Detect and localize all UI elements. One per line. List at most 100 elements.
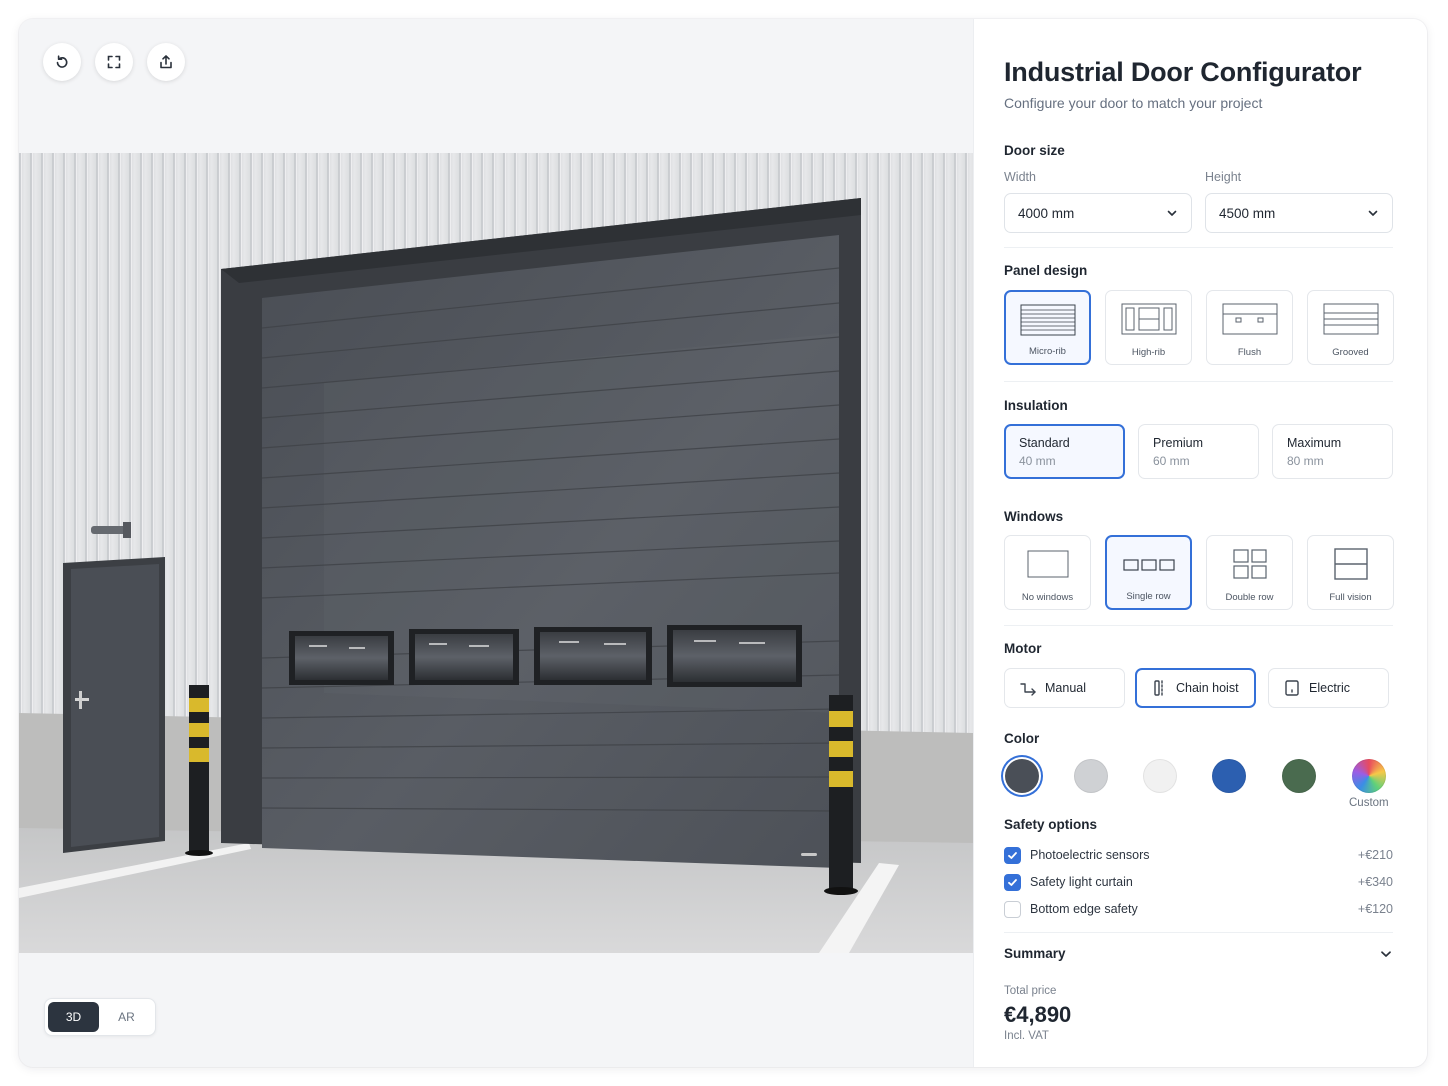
panel-option-high-rib[interactable]: High-rib [1105,290,1192,365]
panel-option-label: Grooved [1332,347,1369,358]
page-title: Industrial Door Configurator [1004,57,1362,87]
motor-option-label: Manual [1045,681,1086,695]
manual-crank-icon [1020,683,1036,696]
chevron-down-icon [1381,950,1391,957]
insulation-name: Standard [1019,436,1070,450]
color-swatch-light-grey[interactable] [1074,759,1108,793]
safety-option-price: +€120 [1357,902,1393,916]
no-windows-icon [1027,550,1068,578]
color-swatch-white[interactable] [1143,759,1177,793]
insulation-name: Premium [1153,436,1204,450]
color-swatch-green[interactable] [1282,759,1316,793]
motor-option-label: Chain hoist [1176,681,1239,695]
window-option-label: Full vision [1329,592,1372,603]
total-price: €4,890 [1004,1002,1072,1027]
window-option-none[interactable]: No windows [1004,535,1091,610]
fullscreen-button[interactable] [95,43,133,81]
chevron-down-icon [1167,210,1177,216]
safety-option-label: Bottom edge safety [1030,902,1138,916]
window-option-single-row[interactable]: Single row [1105,535,1192,610]
safety-option-label: Photoelectric sensors [1030,848,1150,862]
share-button[interactable] [147,43,185,81]
windows-label: Windows [1004,509,1064,524]
insulation-option-maximum[interactable]: Maximum 80 mm [1272,424,1393,479]
color-swatch-blue[interactable] [1212,759,1246,793]
window-option-label: Single row [1126,591,1171,602]
reset-view-button[interactable] [43,43,81,81]
divider [1004,381,1393,382]
insulation-option-standard[interactable]: Standard 40 mm [1004,424,1125,479]
double-row-windows-icon [1232,549,1267,579]
motor-option-chain-hoist[interactable]: Chain hoist [1135,668,1256,708]
single-row-windows-icon [1122,559,1175,571]
fullscreen-icon [107,55,121,69]
panel-design-label: Panel design [1004,263,1088,278]
color-swatch-custom[interactable] [1352,759,1386,793]
height-label: Height [1205,170,1242,184]
custom-color-label: Custom [1349,797,1389,809]
safety-options-label: Safety options [1004,817,1098,832]
reset-icon [56,55,68,68]
safety-option-label: Safety light curtain [1030,875,1133,889]
door-3d-scene[interactable] [19,153,973,953]
page-subtitle: Configure your door to match your projec… [1004,95,1263,111]
configurator-panel: Industrial Door Configurator Configure y… [973,19,1427,1067]
divider [1004,932,1393,933]
insulation-option-premium[interactable]: Premium 60 mm [1138,424,1259,479]
panel-option-micro-rib[interactable]: Micro-rib [1004,290,1091,365]
width-label: Width [1004,170,1036,184]
grooved-panel-icon [1323,303,1378,335]
insulation-thickness: 40 mm [1019,454,1056,468]
window-option-label: Double row [1225,592,1274,603]
divider [1004,247,1393,248]
safety-option-row[interactable]: Bottom edge safety +€120 [1004,899,1393,919]
mode-ar-button[interactable]: AR [101,1002,152,1032]
configurator-card: 3D AR Industrial Door Configurator Confi… [19,19,1427,1067]
micro-rib-panel-icon [1020,304,1075,336]
check-icon [1008,878,1017,886]
panel-option-flush[interactable]: Flush [1206,290,1293,365]
motor-option-label: Electric [1309,681,1350,695]
motor-option-electric[interactable]: Electric [1268,668,1389,708]
width-select[interactable]: 4000 mm [1004,193,1192,233]
motor-label: Motor [1004,641,1042,656]
full-vision-windows-icon [1333,548,1368,580]
high-rib-panel-icon [1121,303,1176,335]
check-icon [1008,851,1017,859]
safety-option-price: +€210 [1357,848,1393,862]
color-swatch-anthracite[interactable] [1005,759,1039,793]
mode-3d-button[interactable]: 3D [48,1002,99,1032]
summary-toggle[interactable]: Summary [1004,946,1393,961]
share-icon [160,55,172,69]
flush-panel-icon [1222,303,1277,335]
door-size-label: Door size [1004,143,1065,158]
vat-note: Incl. VAT [1004,1030,1049,1042]
height-value: 4500 mm [1219,205,1276,221]
panel-option-label: Flush [1237,347,1262,358]
motor-option-manual[interactable]: Manual [1004,668,1125,708]
safety-option-row[interactable]: Photoelectric sensors +€210 [1004,845,1393,865]
door-viewer[interactable]: 3D AR [19,19,973,1067]
checkbox[interactable] [1004,846,1021,864]
safety-option-row[interactable]: Safety light curtain +€340 [1004,872,1393,892]
electric-motor-icon [1285,680,1299,696]
summary-label: Summary [1004,946,1066,961]
checkbox[interactable] [1004,900,1021,918]
checkbox[interactable] [1004,873,1021,891]
divider [1004,625,1393,626]
panel-option-label: High-rib [1131,347,1166,358]
insulation-label: Insulation [1004,398,1068,413]
total-price-label: Total price [1004,985,1057,997]
width-value: 4000 mm [1018,205,1075,221]
color-label: Color [1004,731,1040,746]
window-option-full-vision[interactable]: Full vision [1307,535,1394,610]
insulation-thickness: 80 mm [1287,454,1324,468]
window-option-double-row[interactable]: Double row [1206,535,1293,610]
panel-option-grooved[interactable]: Grooved [1307,290,1394,365]
height-select[interactable]: 4500 mm [1205,193,1393,233]
view-mode-toggle: 3D AR [44,998,156,1036]
safety-option-price: +€340 [1357,875,1393,889]
window-option-label: No windows [1021,592,1074,603]
panel-option-label: Micro-rib [1029,346,1066,357]
insulation-thickness: 60 mm [1153,454,1190,468]
